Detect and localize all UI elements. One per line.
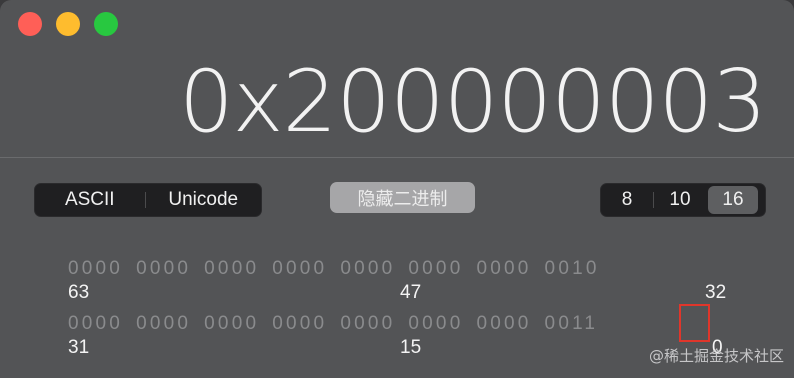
bit-label-15: 15 xyxy=(400,337,422,358)
calculator-window: 0x200000003 ASCII Unicode 隐藏二进制 8 10 16 … xyxy=(0,0,794,378)
bit-label-31: 31 xyxy=(68,337,90,358)
nibble[interactable]: 0010 xyxy=(545,258,600,280)
nibble[interactable]: 0000 xyxy=(408,258,463,280)
radix-8-button[interactable]: 8 xyxy=(601,184,653,216)
nibble[interactable]: 0000 xyxy=(272,313,327,335)
nibble[interactable]: 0000 xyxy=(204,258,259,280)
nibble[interactable]: 0000 xyxy=(340,313,395,335)
highlight-box xyxy=(679,304,710,342)
nibble[interactable]: 0000 xyxy=(136,258,191,280)
bit-label-32: 32 xyxy=(705,282,727,303)
radix-16-button[interactable]: 16 xyxy=(708,186,758,214)
nibble[interactable]: 0000 xyxy=(68,258,123,280)
binary-low-row: 0000 0000 0000 0000 0000 0000 0000 0011 xyxy=(68,313,611,335)
bit-label-63: 63 xyxy=(68,282,90,303)
hide-binary-button[interactable]: 隐藏二进制 xyxy=(330,182,475,213)
maximize-button[interactable] xyxy=(94,12,118,36)
watermark: @稀土掘金技术社区 xyxy=(648,347,784,365)
nibble[interactable]: 0011 xyxy=(545,313,599,335)
ascii-button[interactable]: ASCII xyxy=(35,184,145,216)
nibble[interactable]: 0000 xyxy=(68,313,123,335)
unicode-button[interactable]: Unicode xyxy=(146,184,261,216)
nibble[interactable]: 0000 xyxy=(204,313,259,335)
divider xyxy=(0,157,794,158)
nibble[interactable]: 0000 xyxy=(136,313,191,335)
radix-segmented-control: 8 10 16 xyxy=(600,183,766,217)
nibble[interactable]: 0000 xyxy=(476,313,531,335)
nibble[interactable]: 0000 xyxy=(408,313,463,335)
minimize-button[interactable] xyxy=(56,12,80,36)
encoding-segmented-control: ASCII Unicode xyxy=(34,183,262,217)
window-controls xyxy=(18,12,118,36)
nibble[interactable]: 0000 xyxy=(340,258,395,280)
nibble[interactable]: 0000 xyxy=(476,258,531,280)
binary-high-row: 0000 0000 0000 0000 0000 0000 0000 0010 xyxy=(68,258,613,280)
close-button[interactable] xyxy=(18,12,42,36)
bit-label-47: 47 xyxy=(400,282,422,303)
result-display: 0x200000003 xyxy=(178,52,767,152)
radix-10-button[interactable]: 10 xyxy=(654,184,706,216)
nibble[interactable]: 0000 xyxy=(272,258,327,280)
